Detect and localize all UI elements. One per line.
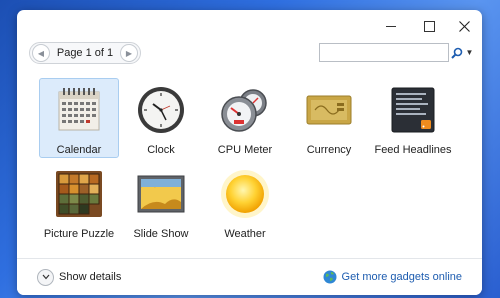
show-details-label: Show details <box>59 271 122 283</box>
feed-headlines-icon <box>387 84 439 136</box>
gadget-slide-show[interactable]: Slide Show <box>121 162 201 242</box>
close-icon <box>458 20 470 32</box>
gadget-feed-headlines[interactable]: Feed Headlines <box>373 78 453 158</box>
search-button[interactable]: ▼ <box>449 43 475 62</box>
clock-icon <box>135 84 187 136</box>
calendar-icon <box>53 84 105 136</box>
search-input[interactable] <box>319 43 449 62</box>
page-label: Page 1 of 1 <box>56 47 114 59</box>
picture-puzzle-icon <box>53 168 105 220</box>
chevron-down-icon <box>37 268 54 286</box>
footer-bar: Show details Get more gadgets online <box>17 258 482 295</box>
chevron-left-icon: ◀ <box>37 48 45 58</box>
gadget-label: CPU Meter <box>217 144 273 156</box>
gadget-cpu-meter[interactable]: CPU Meter <box>205 78 285 158</box>
next-page-button[interactable]: ▶ <box>120 44 138 62</box>
maximize-icon <box>423 20 435 32</box>
get-more-gadgets-link[interactable]: Get more gadgets online <box>323 268 462 286</box>
cpu-meter-icon <box>219 84 271 136</box>
chevron-right-icon: ▶ <box>125 48 133 58</box>
maximize-button[interactable] <box>410 10 448 42</box>
minimize-button[interactable] <box>372 10 410 42</box>
gadget-label: Picture Puzzle <box>43 228 115 240</box>
gadget-label: Weather <box>224 228 266 240</box>
gadget-clock[interactable]: Clock <box>121 78 201 158</box>
gadget-currency[interactable]: Currency <box>289 78 369 158</box>
gadget-picture-puzzle[interactable]: Picture Puzzle <box>39 162 119 242</box>
slide-show-icon <box>135 168 187 220</box>
title-bar <box>17 10 482 42</box>
currency-icon <box>303 84 355 136</box>
minimize-icon <box>386 25 396 27</box>
prev-page-button[interactable]: ◀ <box>32 44 50 62</box>
show-details-button[interactable]: Show details <box>37 268 121 286</box>
gadget-label: Currency <box>306 144 352 156</box>
globe-icon <box>323 270 337 284</box>
get-more-gadgets-label: Get more gadgets online <box>341 271 462 283</box>
search-options-dropdown-icon[interactable]: ▼ <box>466 48 474 57</box>
search-icon <box>450 47 462 59</box>
gadget-label: Calendar <box>56 144 102 156</box>
page-navigator: ◀ Page 1 of 1 ▶ <box>29 42 141 64</box>
weather-sun-icon <box>219 168 271 220</box>
gadgets-window: ◀ Page 1 of 1 ▶ ▼ Calendar Clock CPU Met… <box>17 10 482 295</box>
gadget-weather[interactable]: Weather <box>205 162 285 242</box>
gadget-label: Feed Headlines <box>374 144 452 156</box>
gadget-calendar[interactable]: Calendar <box>39 78 119 158</box>
close-button[interactable] <box>445 10 482 42</box>
gadget-label: Slide Show <box>133 228 189 240</box>
gadget-label: Clock <box>147 144 175 156</box>
